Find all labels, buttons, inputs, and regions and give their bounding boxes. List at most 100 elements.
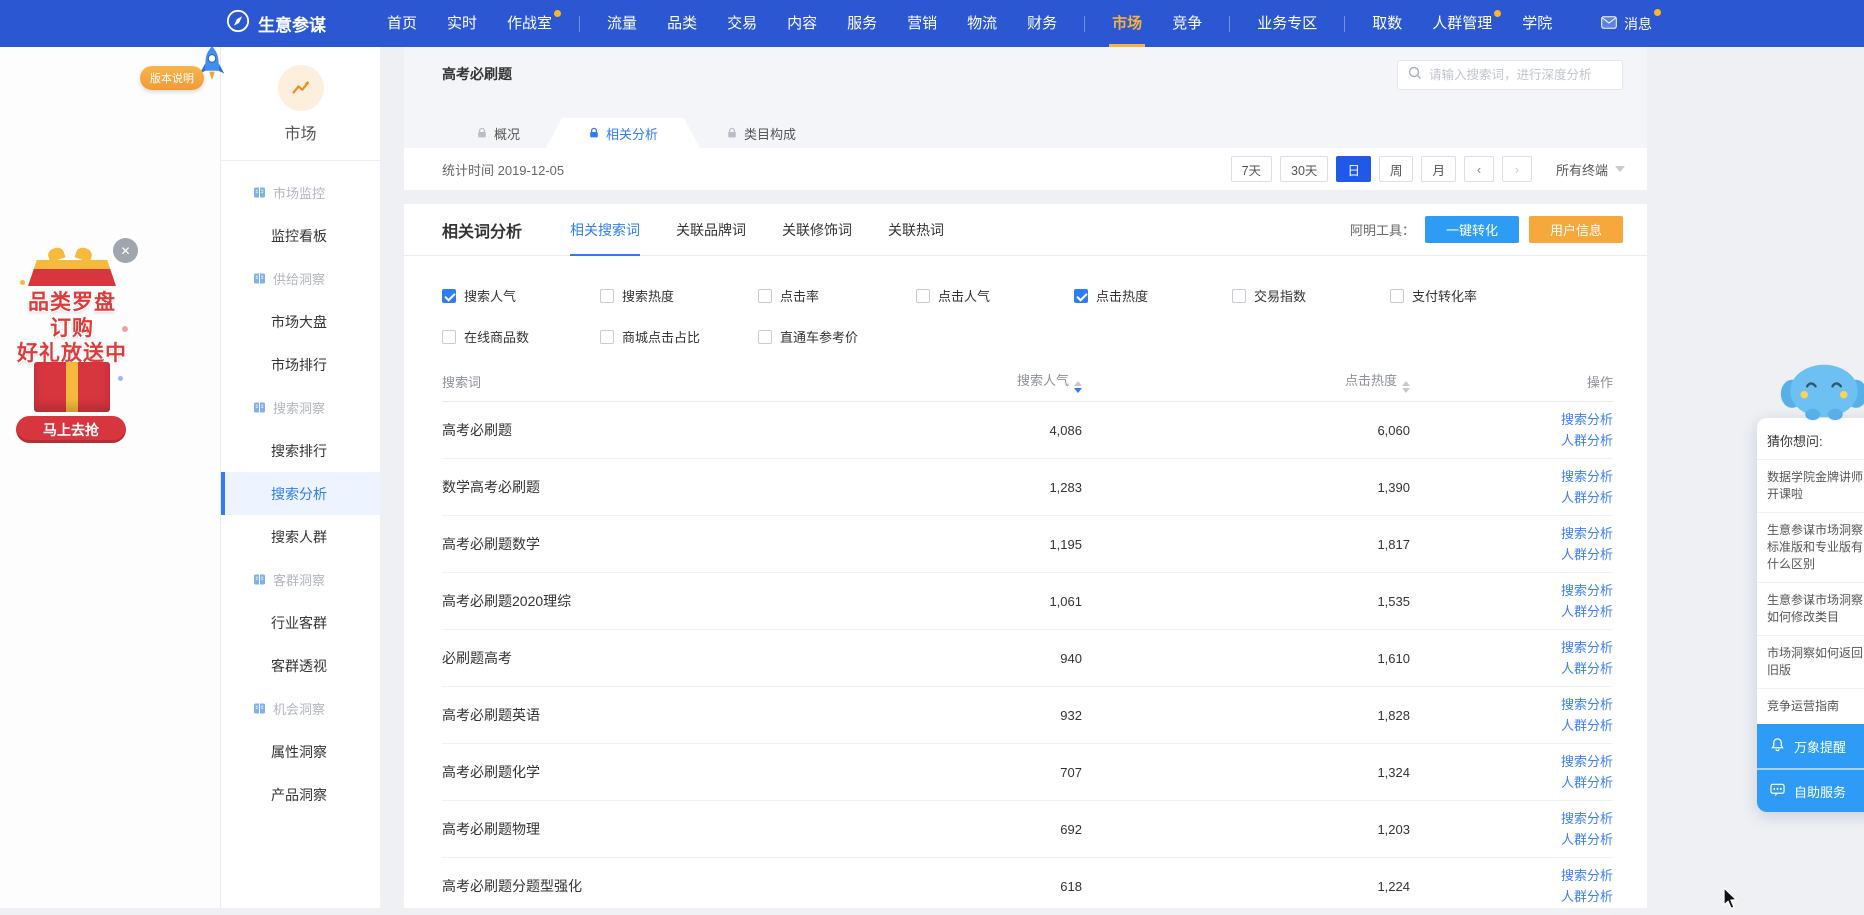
nav-item[interactable]: 首页 [372, 0, 432, 47]
prev-date-button[interactable]: ‹ [1464, 156, 1494, 182]
crowd-analysis-link[interactable]: 人群分析 [1410, 487, 1613, 508]
column-header-click-heat[interactable]: 点击热度 [1082, 370, 1410, 393]
crowd-analysis-link[interactable]: 人群分析 [1410, 601, 1613, 622]
metric-checkbox[interactable]: 商城点击占比 [600, 327, 758, 346]
close-icon[interactable]: ✕ [113, 238, 138, 263]
nav-item[interactable]: 营销 [892, 0, 952, 47]
nav-item[interactable] [1344, 16, 1345, 32]
crowd-analysis-link[interactable]: 人群分析 [1410, 658, 1613, 679]
metric-checkbox[interactable]: 点击率 [758, 286, 916, 305]
nav-item[interactable] [1084, 16, 1085, 32]
sidebar-item[interactable]: 搜索分析 [221, 472, 380, 515]
search-analysis-link[interactable]: 搜索分析 [1410, 580, 1613, 601]
sidebar-item[interactable]: 客群透视 [221, 644, 380, 687]
search-analysis-link[interactable]: 搜索分析 [1410, 523, 1613, 544]
metric-checkbox[interactable]: 搜索热度 [600, 286, 758, 305]
sidebar-item[interactable]: 产品洞察 [221, 773, 380, 816]
nav-item[interactable]: 服务 [832, 0, 892, 47]
nav-item[interactable]: 品类 [652, 0, 712, 47]
version-pill-button[interactable]: 版本说明 [140, 66, 204, 90]
crowd-analysis-link[interactable]: 人群分析 [1410, 544, 1613, 565]
nav-item[interactable]: 学院 [1507, 0, 1567, 47]
metric-checkbox[interactable]: 交易指数 [1232, 286, 1390, 305]
word-type-tab[interactable]: 关联修饰词 [782, 204, 852, 256]
time-range-button[interactable]: 日 [1336, 156, 1371, 182]
page-tab[interactable]: 概况 [450, 118, 546, 148]
search-analysis-link[interactable]: 搜索分析 [1410, 637, 1613, 658]
nav-item[interactable]: 竞争 [1157, 0, 1217, 47]
crowd-analysis-link[interactable]: 人群分析 [1410, 715, 1613, 736]
terminal-dropdown[interactable]: 所有终端 [1556, 160, 1625, 179]
assistant-question[interactable]: 生意参谋市场洞察如何修改类目 [1757, 582, 1864, 635]
self-service-button[interactable]: 自助服务 [1757, 768, 1864, 812]
nav-item[interactable]: 取数 [1357, 0, 1417, 47]
sort-icon[interactable] [1402, 381, 1410, 393]
search-analysis-link[interactable]: 搜索分析 [1410, 694, 1613, 715]
sidebar-item[interactable]: 市场监控 [221, 171, 380, 214]
wanxiang-reminder-button[interactable]: 万象提醒 [1757, 724, 1864, 768]
time-range-button[interactable]: 30天 [1280, 156, 1328, 182]
column-header-search-pop[interactable]: 搜索人气 [912, 370, 1082, 393]
next-date-button[interactable]: › [1502, 156, 1532, 182]
sidebar-item[interactable]: 搜索排行 [221, 429, 380, 472]
metric-checkbox[interactable]: 直通车参考价 [758, 327, 916, 346]
metric-checkbox[interactable]: 搜索人气 [442, 286, 600, 305]
sidebar-item[interactable]: 行业客群 [221, 601, 380, 644]
time-range-button[interactable]: 7天 [1231, 156, 1272, 182]
word-type-tab[interactable]: 关联热词 [888, 204, 944, 256]
metric-checkbox[interactable]: 点击人气 [916, 286, 1074, 305]
nav-item[interactable]: 内容 [772, 0, 832, 47]
crowd-analysis-link[interactable]: 人群分析 [1410, 829, 1613, 850]
nav-item[interactable]: 物流 [952, 0, 1012, 47]
search-analysis-link[interactable]: 搜索分析 [1410, 409, 1613, 430]
assistant-question[interactable]: 市场洞察如何返回旧版 [1757, 635, 1864, 688]
nav-item[interactable]: 交易 [712, 0, 772, 47]
time-range-button[interactable]: 月 [1421, 156, 1456, 182]
nav-item[interactable]: 财务 [1012, 0, 1072, 47]
app-logo[interactable]: 生意参谋 [226, 0, 326, 47]
search-analysis-link[interactable]: 搜索分析 [1410, 865, 1613, 886]
nav-item[interactable]: 流量 [592, 0, 652, 47]
promo-banner[interactable]: 品类罗盘 订购 好礼放送中 马上去抢 ✕ [6, 236, 138, 444]
word-type-tab[interactable]: 相关搜索词 [570, 204, 640, 256]
search-analysis-link[interactable]: 搜索分析 [1410, 808, 1613, 829]
promo-cta-button[interactable]: 马上去抢 [16, 416, 126, 443]
tool-button[interactable]: 用户信息 [1529, 216, 1623, 243]
word-type-tab[interactable]: 关联品牌词 [676, 204, 746, 256]
metric-checkbox[interactable]: 在线商品数 [442, 327, 600, 346]
sidebar-item[interactable]: 搜索洞察 [221, 386, 380, 429]
page-tab[interactable]: 相关分析 [546, 118, 700, 148]
messages-button[interactable]: 消息 [1601, 0, 1652, 47]
crowd-analysis-link[interactable]: 人群分析 [1410, 886, 1613, 907]
sidebar-item[interactable]: 监控看板 [221, 214, 380, 257]
page-tab[interactable]: 类目构成 [700, 118, 822, 148]
nav-item[interactable]: 作战室 [492, 0, 567, 47]
metric-checkbox[interactable]: 支付转化率 [1390, 286, 1548, 305]
sidebar-item[interactable]: 供给洞察 [221, 257, 380, 300]
search-analysis-link[interactable]: 搜索分析 [1410, 751, 1613, 772]
sidebar-item[interactable]: 搜索人群 [221, 515, 380, 558]
sidebar-item[interactable]: 属性洞察 [221, 730, 380, 773]
metric-checkbox[interactable]: 点击热度 [1074, 286, 1232, 305]
search-input[interactable] [1429, 68, 1612, 82]
sidebar-item[interactable]: 机会洞察 [221, 687, 380, 730]
sidebar-item[interactable]: 市场排行 [221, 343, 380, 386]
time-range-button[interactable]: 周 [1379, 156, 1414, 182]
nav-item[interactable]: 市场 [1097, 0, 1157, 47]
tool-button[interactable]: 一键转化 [1425, 216, 1519, 243]
mascot-elephant-icon[interactable] [1778, 360, 1864, 427]
nav-item[interactable] [1229, 16, 1230, 32]
nav-item[interactable]: 实时 [432, 0, 492, 47]
sort-icon[interactable] [1074, 381, 1082, 393]
search-analysis-link[interactable]: 搜索分析 [1410, 466, 1613, 487]
nav-item[interactable] [579, 16, 580, 32]
assistant-question[interactable]: 竞争运营指南 [1757, 688, 1864, 724]
search-box[interactable] [1397, 60, 1623, 90]
sidebar-item[interactable]: 客群洞察 [221, 558, 380, 601]
nav-item[interactable]: 业务专区 [1242, 0, 1332, 47]
assistant-question[interactable]: 数据学院金牌讲师开课啦 [1757, 459, 1864, 512]
sidebar-item[interactable]: 市场大盘 [221, 300, 380, 343]
crowd-analysis-link[interactable]: 人群分析 [1410, 772, 1613, 793]
crowd-analysis-link[interactable]: 人群分析 [1410, 430, 1613, 451]
nav-item[interactable]: 人群管理 [1417, 0, 1507, 47]
